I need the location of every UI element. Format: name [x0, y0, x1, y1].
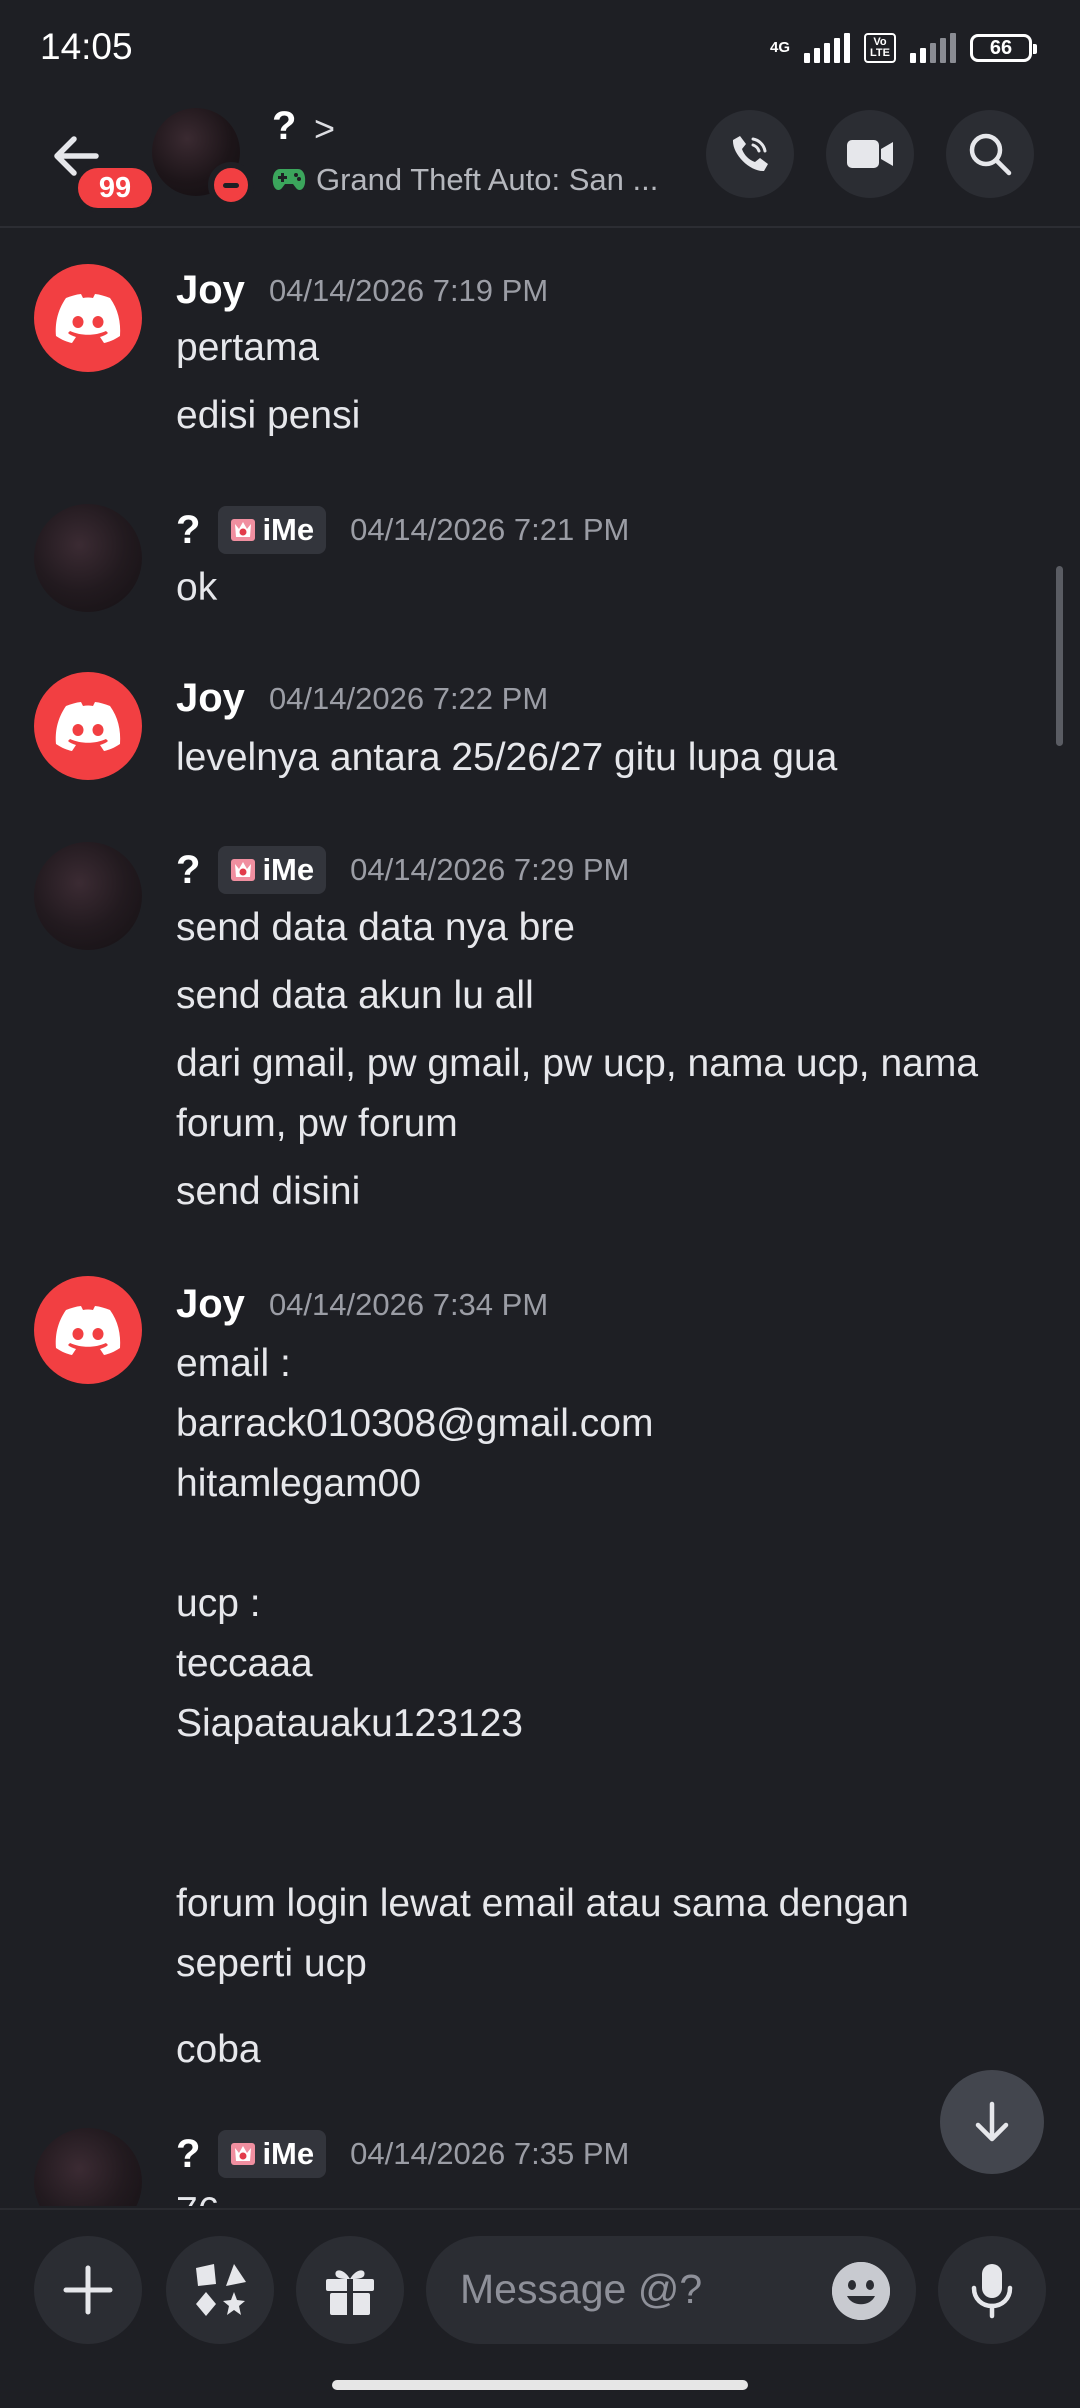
search-button[interactable]	[946, 110, 1034, 198]
message-text[interactable]: send disini	[176, 1162, 1036, 1222]
server-tag-text: iMe	[262, 512, 315, 547]
apps-icon	[196, 2264, 246, 2316]
server-tag[interactable]: iMe	[218, 2130, 327, 2178]
message-header: ? iMe 04/14/2026 7:21 PM	[176, 506, 629, 554]
recipient-name[interactable]: ?	[272, 104, 296, 149]
server-tag-text: iMe	[262, 2136, 315, 2171]
discord-logo-icon	[55, 294, 121, 343]
gift-button[interactable]	[296, 2236, 404, 2344]
status-icons: 4G Vo LTE 66	[769, 30, 1037, 66]
timestamp: 04/14/2026 7:29 PM	[350, 852, 630, 887]
network-type: 4G	[769, 39, 790, 56]
apps-button[interactable]	[166, 2236, 274, 2344]
username[interactable]: ?	[176, 848, 200, 893]
timestamp: 04/14/2026 7:19 PM	[268, 272, 549, 308]
message-text[interactable]: edisi pensi	[176, 386, 1036, 446]
message-composer: Message @?	[0, 2208, 1080, 2408]
timestamp: 04/14/2026 7:35 PM	[350, 2136, 630, 2171]
attach-button[interactable]	[34, 2236, 142, 2344]
jump-to-bottom-button[interactable]	[940, 2070, 1044, 2174]
message-group[interactable]: ? iMe 04/14/2026 7:35 PM 76	[0, 2122, 1080, 2206]
battery-icon: 66	[970, 34, 1037, 62]
timestamp: 04/14/2026 7:22 PM	[268, 680, 549, 716]
message-text[interactable]: send data akun lu all	[176, 966, 1036, 1026]
avatar[interactable]	[34, 504, 142, 612]
server-tag[interactable]: iMe	[218, 846, 327, 894]
server-tag-text: iMe	[262, 852, 315, 887]
discord-logo-icon	[55, 702, 121, 751]
unread-badge: 99	[74, 164, 156, 212]
message-text[interactable]: pertama	[176, 318, 1036, 378]
username[interactable]: ?	[176, 2132, 200, 2177]
status-time: 14:05	[40, 26, 133, 67]
home-indicator[interactable]	[332, 2380, 748, 2390]
avatar[interactable]	[34, 2128, 142, 2206]
avatar[interactable]	[34, 842, 142, 950]
username[interactable]: Joy	[176, 676, 245, 721]
gift-icon	[326, 2270, 374, 2315]
activity-text: Grand Theft Auto: San ...	[316, 162, 659, 197]
avatar[interactable]	[34, 264, 142, 372]
crown-fire-icon	[231, 859, 256, 881]
message-text[interactable]: send data data nya bre	[176, 898, 1036, 958]
gamepad-icon	[272, 169, 306, 191]
message-header: ? iMe 04/14/2026 7:35 PM	[176, 2130, 629, 2178]
status-bar: 14:05 4G Vo LTE 66	[0, 0, 1080, 92]
microphone-icon	[971, 2264, 1013, 2319]
message-header: Joy 04/14/2026 7:34 PM	[176, 1282, 548, 1327]
video-call-button[interactable]	[826, 110, 914, 198]
emoji-icon	[832, 2262, 890, 2320]
avatar[interactable]	[34, 1276, 142, 1384]
username[interactable]: Joy	[176, 268, 245, 313]
activity-status[interactable]: Grand Theft Auto: San ...	[272, 162, 658, 198]
chat-header: 99 ? > Grand Theft Auto: San ...	[0, 92, 1080, 228]
arrow-down-icon	[975, 2101, 1009, 2142]
plus-icon	[63, 2265, 113, 2315]
message-input[interactable]: Message @?	[426, 2236, 916, 2344]
message-text[interactable]: dari gmail, pw gmail, pw ucp, nama ucp, …	[176, 1034, 1036, 1154]
message-text[interactable]: levelnya antara 25/26/27 gitu lupa gua	[176, 728, 1036, 788]
discord-logo-icon	[55, 1306, 121, 1355]
scrollbar[interactable]	[1056, 566, 1063, 746]
signal-strength-2-icon	[910, 33, 956, 63]
phone-call-icon	[732, 136, 768, 172]
message-text[interactable]: ok	[176, 558, 1036, 618]
search-icon	[969, 133, 1012, 176]
message-placeholder: Message @?	[460, 2266, 703, 2312]
voice-message-button[interactable]	[938, 2236, 1046, 2344]
message-header: ? iMe 04/14/2026 7:29 PM	[176, 846, 629, 894]
username[interactable]: ?	[176, 508, 200, 553]
volte-icon: Vo LTE	[864, 33, 896, 63]
emoji-button[interactable]	[832, 2262, 890, 2320]
crown-fire-icon	[231, 2143, 256, 2165]
avatar[interactable]	[34, 672, 142, 780]
chevron-right-icon[interactable]: >	[314, 108, 335, 150]
message-text[interactable]: coba	[176, 2020, 1036, 2080]
message-text[interactable]: 76	[176, 2182, 1036, 2206]
message-text[interactable]: email : barrack010308@gmail.com hitamleg…	[176, 1334, 1036, 1994]
dm-chat-screen: 14:05 4G Vo LTE 66 99 ? > Grand Theft Au…	[0, 0, 1080, 2408]
battery-level: 66	[989, 36, 1013, 59]
crown-fire-icon	[231, 519, 256, 541]
call-button[interactable]	[706, 110, 794, 198]
server-tag[interactable]: iMe	[218, 506, 327, 554]
timestamp: 04/14/2026 7:34 PM	[268, 1286, 549, 1322]
video-camera-icon	[847, 140, 893, 168]
dnd-status-icon	[208, 162, 254, 208]
signal-strength-icon	[804, 33, 850, 63]
username[interactable]: Joy	[176, 1282, 245, 1327]
message-header: Joy 04/14/2026 7:19 PM	[176, 268, 548, 313]
message-header: Joy 04/14/2026 7:22 PM	[176, 676, 548, 721]
timestamp: 04/14/2026 7:21 PM	[350, 512, 630, 547]
